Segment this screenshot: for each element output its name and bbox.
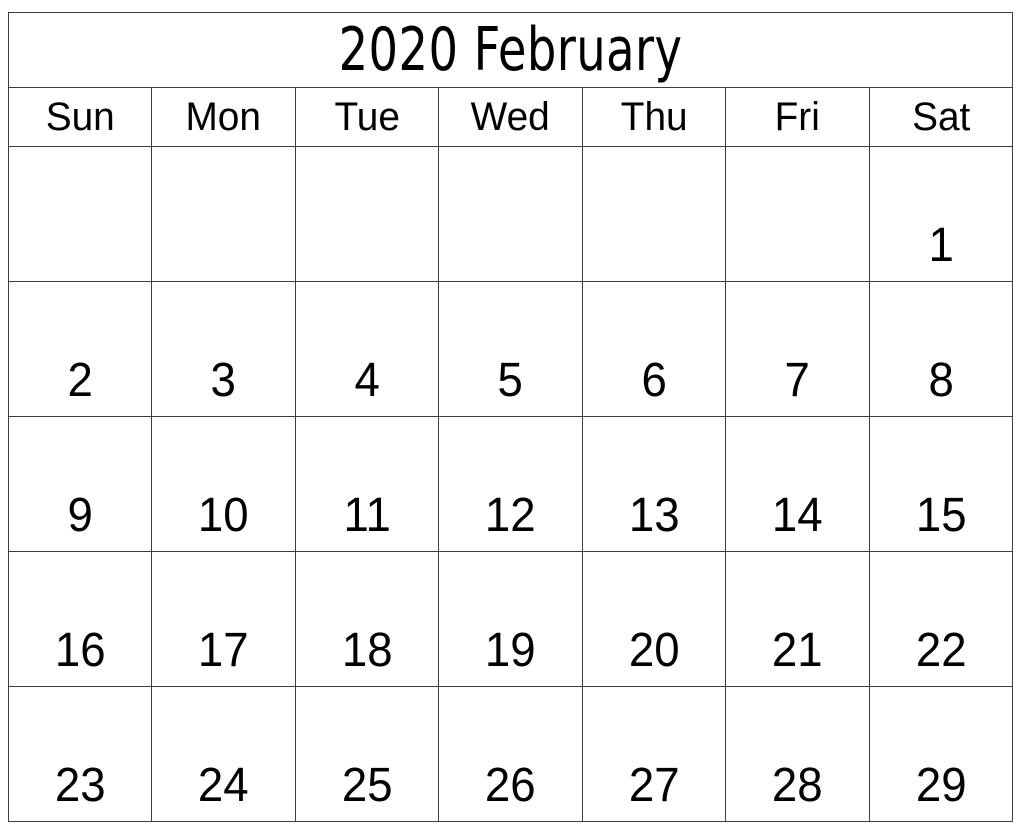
week-row: 9 10 11 12 13 14 15 [7,416,1014,552]
day-cell[interactable]: 4 [294,281,440,417]
day-number: 3 [210,354,237,407]
day-number: 4 [354,354,380,407]
day-number: 18 [341,624,393,677]
day-number: 9 [67,489,93,542]
day-cell[interactable]: 25 [294,686,440,822]
day-number: 22 [915,624,967,677]
month-calendar-table: 2020 February Sun Mon Tue Wed Thu Fri Sa… [7,12,1014,822]
calendar-title: 2020 February [338,15,683,85]
day-number [443,221,578,281]
day-cell[interactable]: 14 [725,416,870,552]
day-cell[interactable] [438,146,583,282]
weekday-label: Sat [911,95,970,139]
day-number: 23 [54,759,106,812]
day-number: 29 [915,759,967,812]
day-number: 14 [771,489,823,542]
day-cell[interactable]: 15 [868,416,1014,552]
day-number: 16 [54,624,106,677]
day-cell[interactable]: 28 [725,686,870,822]
day-cell[interactable]: 23 [7,686,153,822]
day-number [730,221,865,281]
weekday-header-sun: Sun [7,87,153,147]
day-number: 28 [771,759,823,812]
calendar-title-cell: 2020 February [8,12,1013,88]
week-row: 2 3 4 5 6 7 8 [7,281,1014,417]
day-cell[interactable] [7,146,153,282]
day-number [299,221,434,281]
day-number: 5 [497,354,524,407]
week-row: 16 17 18 19 20 21 22 [7,551,1014,687]
day-cell[interactable]: 1 [868,146,1014,282]
day-cell[interactable] [581,146,727,282]
weekday-header-tue: Tue [294,87,440,147]
day-number: 21 [771,624,823,677]
day-cell[interactable]: 27 [581,686,727,822]
day-cell[interactable]: 3 [151,281,296,417]
weekday-header-wed: Wed [438,87,583,147]
day-number: 12 [485,489,536,542]
day-cell[interactable]: 26 [438,686,583,822]
weekday-header-mon: Mon [151,87,296,147]
weekday-label: Thu [620,95,688,139]
calendar-page: 2020 February Sun Mon Tue Wed Thu Fri Sa… [0,0,1024,836]
calendar-header: 2020 February Sun Mon Tue Wed Thu Fri Sa… [7,12,1014,147]
day-number: 25 [341,759,393,812]
day-cell[interactable] [725,146,870,282]
day-cell[interactable]: 10 [151,416,296,552]
day-number: 6 [641,354,667,407]
weekday-label: Wed [470,95,551,139]
weekday-header-fri: Fri [725,87,870,147]
day-number: 13 [628,489,680,542]
day-number: 19 [485,624,536,677]
day-number: 17 [198,624,249,677]
day-number: 1 [928,219,954,272]
day-cell[interactable]: 13 [581,416,727,552]
day-cell[interactable]: 16 [7,551,153,687]
day-cell[interactable]: 24 [151,686,296,822]
weekday-header-thu: Thu [581,87,727,147]
day-cell[interactable]: 2 [7,281,153,417]
day-cell[interactable]: 9 [7,416,153,552]
day-number: 20 [628,624,680,677]
weekday-label: Fri [774,95,820,139]
day-cell[interactable]: 29 [868,686,1014,822]
day-number [13,221,148,281]
day-cell[interactable]: 18 [294,551,440,687]
weekday-label: Mon [185,95,262,139]
day-number: 15 [915,489,967,542]
day-cell[interactable]: 8 [868,281,1014,417]
weekday-label: Tue [334,95,400,139]
day-cell[interactable]: 20 [581,551,727,687]
day-number: 24 [198,759,249,812]
calendar-title-row: 2020 February [8,12,1013,88]
day-cell[interactable]: 5 [438,281,583,417]
week-row: 1 [7,146,1014,282]
day-cell[interactable]: 19 [438,551,583,687]
week-row: 23 24 25 26 27 28 29 [7,686,1014,822]
weekday-header-sat: Sat [868,87,1014,147]
day-cell[interactable]: 17 [151,551,296,687]
day-number: 2 [67,354,93,407]
calendar-body: 1 2 3 4 5 6 7 8 9 10 11 12 13 14 15 16 1… [7,146,1014,822]
day-number: 8 [928,354,954,407]
day-cell[interactable]: 12 [438,416,583,552]
day-cell[interactable]: 11 [294,416,440,552]
day-cell[interactable] [294,146,440,282]
day-number [586,221,721,281]
day-cell[interactable] [151,146,296,282]
day-number [156,221,291,281]
day-cell[interactable]: 22 [868,551,1014,687]
weekday-label: Sun [45,95,115,139]
day-cell[interactable]: 6 [581,281,727,417]
day-cell[interactable]: 7 [725,281,870,417]
day-number: 27 [628,759,680,812]
weekday-header-row: Sun Mon Tue Wed Thu Fri Sat [7,87,1014,147]
day-number: 11 [343,489,391,542]
day-number: 10 [198,489,249,542]
day-cell[interactable]: 21 [725,551,870,687]
day-number: 26 [485,759,536,812]
day-number: 7 [784,354,811,407]
